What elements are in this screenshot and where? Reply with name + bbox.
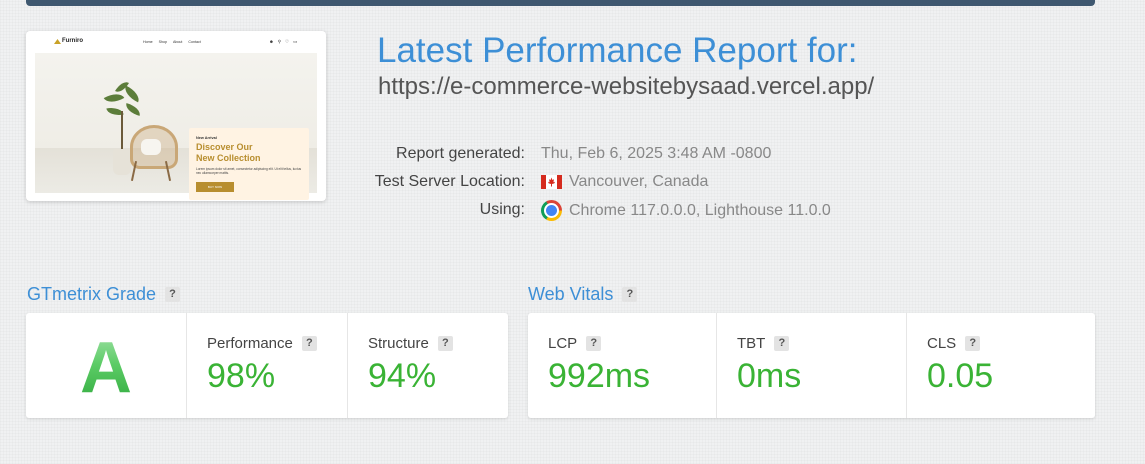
chair-pillow — [141, 139, 161, 155]
tbt-cell: TBT ? 0ms — [717, 313, 907, 418]
gtmetrix-grade-heading: GTmetrix Grade ? — [27, 284, 181, 305]
thumbnail-navbar: Furniro Home Shop About Contact ☻⚲♡▭ — [26, 31, 326, 53]
gtmetrix-grade-title: GTmetrix Grade — [27, 284, 157, 304]
gtmetrix-grade-help-icon[interactable]: ? — [165, 287, 181, 302]
thumbnail-nav-about: About — [173, 40, 183, 44]
thumbnail-buy-now-button: BUY NOW — [196, 182, 234, 192]
thumbnail-brand: Furniro — [62, 38, 83, 44]
web-vitals-title: Web Vitals — [528, 284, 614, 304]
plant-leaf — [103, 89, 125, 107]
cls-cell: CLS ? 0.05 — [907, 313, 1095, 418]
structure-label-text: Structure — [368, 335, 429, 352]
report-generated-value: Thu, Feb 6, 2025 3:48 AM -0800 — [541, 145, 771, 163]
lcp-label: LCP ? — [548, 335, 602, 352]
performance-help-icon[interactable]: ? — [301, 336, 317, 351]
thumbnail-nav-home: Home — [143, 40, 153, 44]
lcp-help-icon[interactable]: ? — [586, 336, 602, 351]
structure-label: Structure ? — [368, 335, 453, 352]
thumbnail-nav-shop: Shop — [158, 40, 167, 44]
test-server-location-label: Test Server Location: — [374, 173, 525, 190]
grade-letter: A — [26, 328, 186, 408]
tbt-value: 0ms — [737, 357, 802, 395]
structure-value: 94% — [368, 357, 437, 395]
thumbnail-hero-heading: Discover Our New Collection — [196, 142, 261, 164]
plant-leaf — [124, 103, 142, 116]
test-server-location-text: Vancouver, Canada — [569, 173, 709, 190]
tbt-label-text: TBT — [737, 335, 766, 352]
cls-help-icon[interactable]: ? — [965, 336, 981, 351]
web-vitals-panel: LCP ? 992ms TBT ? 0ms CLS ? 0.05 — [528, 313, 1095, 418]
plant-stem — [121, 111, 123, 151]
performance-label: Performance ? — [207, 335, 317, 352]
thumbnail-hero-heading-line2: New Collection — [196, 153, 261, 163]
report-generated-text: Thu, Feb 6, 2025 3:48 AM -0800 — [541, 145, 772, 162]
performance-label-text: Performance — [207, 335, 293, 352]
cls-label-text: CLS — [927, 335, 957, 352]
chrome-icon — [541, 200, 562, 221]
top-banner — [26, 0, 1095, 6]
structure-cell: Structure ? 94% — [348, 313, 508, 418]
cls-value: 0.05 — [927, 357, 994, 395]
report-url[interactable]: https://e-commerce-websitebysaad.vercel.… — [378, 73, 874, 101]
canada-flag-icon — [541, 175, 562, 189]
performance-value: 98% — [207, 357, 276, 395]
performance-cell: Performance ? 98% — [187, 313, 348, 418]
thumbnail-nav-icons: ☻⚲♡▭ — [269, 39, 302, 44]
web-vitals-heading: Web Vitals ? — [528, 284, 638, 305]
report-title: Latest Performance Report for: — [377, 31, 858, 70]
tbt-label: TBT ? — [737, 335, 790, 352]
thumbnail-nav-contact: Contact — [188, 40, 201, 44]
thumbnail-hero-heading-line1: Discover Our — [196, 142, 253, 152]
cls-label: CLS ? — [927, 335, 981, 352]
thumbnail-hero-kicker: New Arrival — [196, 136, 217, 140]
lcp-label-text: LCP — [548, 335, 578, 352]
grade-cell: A — [26, 313, 187, 418]
furniro-logo-icon — [54, 39, 61, 44]
thumbnail-hero: New Arrival Discover Our New Collection … — [35, 53, 317, 200]
using-value: Chrome 117.0.0.0, Lighthouse 11.0.0 — [541, 200, 831, 221]
plant-pot — [113, 149, 131, 175]
lcp-value: 992ms — [548, 357, 651, 395]
using-label: Using: — [479, 201, 525, 218]
structure-help-icon[interactable]: ? — [437, 336, 453, 351]
report-generated-label: Report generated: — [396, 145, 525, 162]
tbt-help-icon[interactable]: ? — [774, 336, 790, 351]
thumbnail-nav-links: Home Shop About Contact — [143, 40, 201, 44]
lcp-cell: LCP ? 992ms — [528, 313, 717, 418]
test-server-location-value: Vancouver, Canada — [541, 173, 708, 191]
using-text: Chrome 117.0.0.0, Lighthouse 11.0.0 — [569, 201, 831, 219]
gtmetrix-grade-panel: A Performance ? 98% Structure ? 94% — [26, 313, 508, 418]
web-vitals-help-icon[interactable]: ? — [622, 287, 638, 302]
